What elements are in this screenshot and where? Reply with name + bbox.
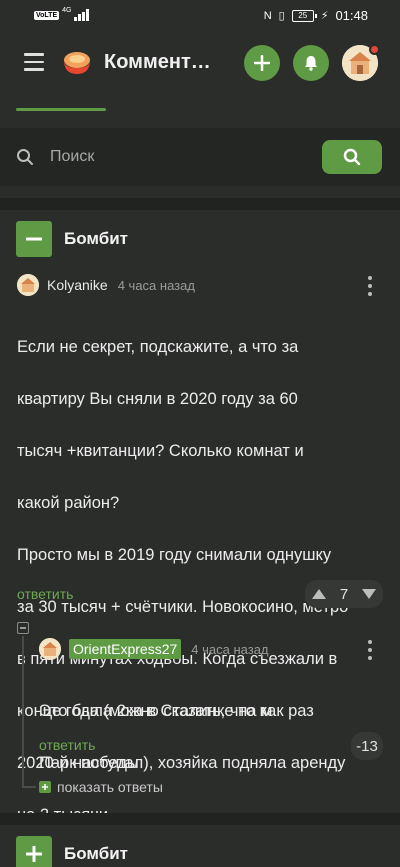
logo-icon bbox=[64, 52, 90, 74]
bell-icon bbox=[305, 56, 317, 71]
network-type: 4G bbox=[62, 6, 72, 14]
show-replies-link[interactable]: показать ответы bbox=[39, 779, 163, 795]
collapse-button[interactable] bbox=[16, 221, 52, 257]
more-options-icon[interactable] bbox=[363, 276, 377, 296]
expand-button[interactable] bbox=[16, 836, 52, 867]
app-bar: Коммент… bbox=[0, 32, 400, 96]
downvote-icon[interactable] bbox=[361, 588, 377, 600]
active-tab-indicator bbox=[16, 108, 106, 111]
search-icon bbox=[343, 148, 361, 166]
show-replies-label: показать ответы bbox=[57, 779, 163, 795]
plus-icon bbox=[254, 55, 270, 71]
avatar-image bbox=[39, 638, 61, 660]
comment-group-header: Бомбит bbox=[16, 221, 128, 257]
avatar[interactable] bbox=[39, 638, 61, 660]
reply-button[interactable]: ответить bbox=[39, 737, 95, 753]
battery-icon: 25 bbox=[291, 9, 317, 22]
upvote-icon[interactable] bbox=[311, 588, 327, 600]
search-button[interactable] bbox=[322, 140, 382, 174]
more-options-icon[interactable] bbox=[363, 640, 377, 660]
reply-author[interactable]: OrientExpress27 bbox=[69, 639, 182, 659]
notifications-button[interactable] bbox=[293, 45, 329, 81]
comment-author[interactable]: Kolyanike bbox=[47, 277, 108, 293]
notification-dot bbox=[369, 44, 380, 55]
signal-icon bbox=[74, 9, 90, 21]
vibrate-icon: ▯ bbox=[278, 10, 285, 22]
battery-level: 25 bbox=[298, 11, 308, 20]
user-avatar[interactable] bbox=[342, 44, 380, 81]
comment-line: квартиру Вы сняли в 2020 году за 60 bbox=[17, 390, 298, 408]
reply-line: Это была 2ка в Сталинке на м. bbox=[39, 702, 277, 720]
charging-icon: ⚡ bbox=[320, 10, 329, 22]
comment-time: 4 часа назад bbox=[117, 277, 195, 293]
vote-widget: -13 bbox=[351, 732, 383, 760]
menu-icon[interactable] bbox=[24, 53, 44, 73]
search-bar bbox=[0, 128, 400, 186]
minus-icon bbox=[20, 627, 26, 629]
divider bbox=[0, 813, 400, 825]
search-icon bbox=[17, 149, 33, 165]
vote-widget: 7 bbox=[305, 580, 383, 608]
thread-line bbox=[22, 636, 24, 786]
rating-count: 7 bbox=[339, 585, 349, 603]
plus-icon bbox=[39, 781, 51, 793]
thread-collapse-button[interactable] bbox=[17, 622, 29, 634]
nfc-icon: N bbox=[263, 9, 272, 22]
minus-icon bbox=[26, 237, 42, 241]
comment-line: Просто мы в 2019 году снимали однушку bbox=[17, 546, 332, 564]
reply-header: OrientExpress27 4 часа назад bbox=[39, 638, 269, 660]
clock: 01:48 bbox=[335, 8, 368, 23]
comment-line: тысяч +квитанции? Сколько комнат и bbox=[17, 442, 304, 460]
reply-button[interactable]: ответить bbox=[17, 586, 73, 602]
volte-indicator: VoLTE bbox=[34, 10, 60, 20]
rating-count: -13 bbox=[356, 737, 378, 755]
comment-line: какой район? bbox=[17, 494, 120, 512]
add-post-button[interactable] bbox=[244, 45, 280, 81]
divider bbox=[0, 198, 400, 210]
reply-line: Парк победы bbox=[39, 754, 139, 772]
comment-header: Kolyanike 4 часа назад bbox=[17, 274, 195, 296]
comment-group-title: Бомбит bbox=[64, 844, 129, 863]
search-input[interactable] bbox=[50, 146, 310, 168]
avatar-image bbox=[17, 274, 39, 296]
plus-icon bbox=[26, 846, 42, 862]
reply-time: 4 часа назад bbox=[191, 641, 269, 657]
status-bar: VoLTE 4G N ▯ 25 ⚡ 01:48 bbox=[0, 0, 400, 32]
avatar[interactable] bbox=[17, 274, 39, 296]
comment-line: Если не секрет, подскажите, а что за bbox=[17, 338, 299, 356]
comment-group-header: Бомбит bbox=[16, 836, 128, 867]
thread-connector bbox=[22, 786, 36, 788]
comment-group-title: Бомбит bbox=[64, 229, 129, 248]
page-title: Коммент… bbox=[104, 51, 211, 73]
